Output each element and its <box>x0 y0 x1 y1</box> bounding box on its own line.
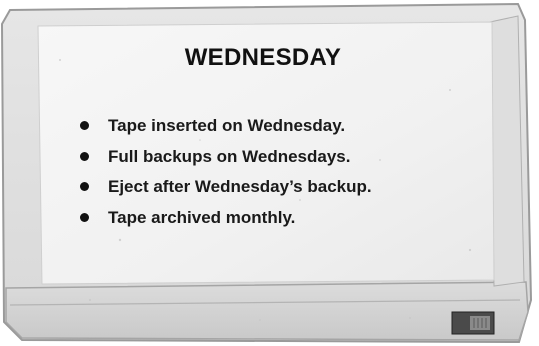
cartridge-side-rim <box>489 15 525 287</box>
bullet-icon <box>80 182 89 191</box>
label-text-area: WEDNESDAY Tape inserted on Wednesday. Fu… <box>45 30 490 285</box>
list-item: Full backups on Wednesdays. <box>78 144 372 175</box>
label-bullet-list: Tape inserted on Wednesday. Full backups… <box>78 113 372 235</box>
list-item: Eject after Wednesday’s backup. <box>78 174 372 205</box>
list-item-text: Tape inserted on Wednesday. <box>108 116 346 135</box>
list-item-text: Full backups on Wednesdays. <box>108 146 351 166</box>
tape-title: WEDNESDAY <box>184 44 342 71</box>
list-item: Tape inserted on Wednesday. <box>78 113 372 144</box>
write-protect-tab-icon <box>451 311 495 335</box>
bullet-icon <box>80 151 89 161</box>
bullet-icon <box>80 212 89 222</box>
list-item: Tape archived monthly. <box>78 205 372 236</box>
list-item-text: Tape archived monthly. <box>108 207 296 227</box>
tape-cartridge-photo: WEDNESDAY Tape inserted on Wednesday. Fu… <box>0 0 539 346</box>
bullet-icon <box>80 121 89 130</box>
cartridge-front-lip <box>5 281 529 341</box>
list-item-text: Eject after Wednesday’s backup. <box>108 177 372 196</box>
